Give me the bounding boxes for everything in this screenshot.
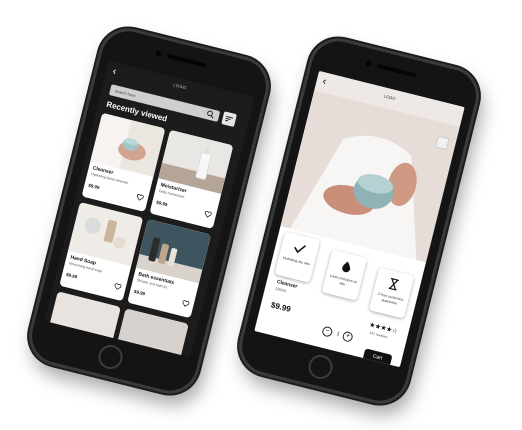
product-card-bath-essentials[interactable]: Bath essentials Shower and bath kit $9.9… bbox=[127, 219, 212, 319]
recently-viewed-screen: ‹ LOGO search here Recently viewed Clean… bbox=[44, 60, 255, 358]
filter-button[interactable] bbox=[221, 111, 237, 128]
check-icon bbox=[294, 245, 306, 254]
product-price: $9.99 bbox=[155, 199, 168, 208]
feature-card-moisture: Locks moisture on skin bbox=[321, 249, 368, 301]
phone-right: ‹ LOGO Hydrating dry skin Locks moisture… bbox=[232, 32, 486, 410]
feature-text: Hydrating dry skin bbox=[282, 255, 311, 267]
feature-text: Locks moisture on skin bbox=[329, 273, 358, 287]
search-placeholder: search here bbox=[114, 88, 137, 99]
drop-icon bbox=[342, 261, 351, 273]
add-to-cart-button[interactable]: Cart bbox=[362, 348, 393, 367]
feature-text: 2-hour protection guarantee bbox=[377, 291, 404, 306]
product-price: $9.99 bbox=[65, 271, 78, 280]
hourglass-icon bbox=[388, 277, 399, 291]
product-price: $9.99 bbox=[133, 288, 146, 297]
heart-icon[interactable] bbox=[181, 299, 191, 309]
phone-left: ‹ LOGO search here Recently viewed Clean… bbox=[22, 22, 276, 400]
product-price: $9.99 bbox=[270, 300, 292, 314]
feature-card-hydrating: Hydrating dry skin bbox=[274, 231, 321, 283]
front-camera bbox=[364, 59, 372, 68]
speaker-grille bbox=[166, 53, 207, 68]
decrease-button[interactable]: − bbox=[321, 325, 334, 338]
product-card-partial[interactable] bbox=[48, 291, 121, 346]
search-icon[interactable] bbox=[205, 109, 216, 120]
heart-icon[interactable] bbox=[113, 282, 123, 292]
feature-card-protection: 2-hour protection guarantee bbox=[368, 267, 415, 319]
product-price: $9.99 bbox=[87, 182, 101, 191]
increase-button[interactable]: + bbox=[341, 330, 354, 343]
product-card-moisturizer[interactable]: Moisturizer Daily moisturizer $9.99 bbox=[149, 129, 234, 229]
speaker-grille bbox=[376, 63, 417, 78]
product-detail-screen: ‹ LOGO Hydrating dry skin Locks moisture… bbox=[254, 70, 465, 368]
home-button[interactable] bbox=[95, 342, 126, 372]
heart-icon[interactable] bbox=[203, 210, 213, 220]
front-camera bbox=[154, 49, 162, 58]
home-button[interactable] bbox=[305, 352, 336, 382]
quantity-stepper: − 1 + bbox=[321, 325, 355, 344]
quantity-value: 1 bbox=[335, 331, 341, 338]
heart-icon[interactable] bbox=[135, 193, 145, 203]
product-card-partial[interactable] bbox=[116, 308, 189, 358]
